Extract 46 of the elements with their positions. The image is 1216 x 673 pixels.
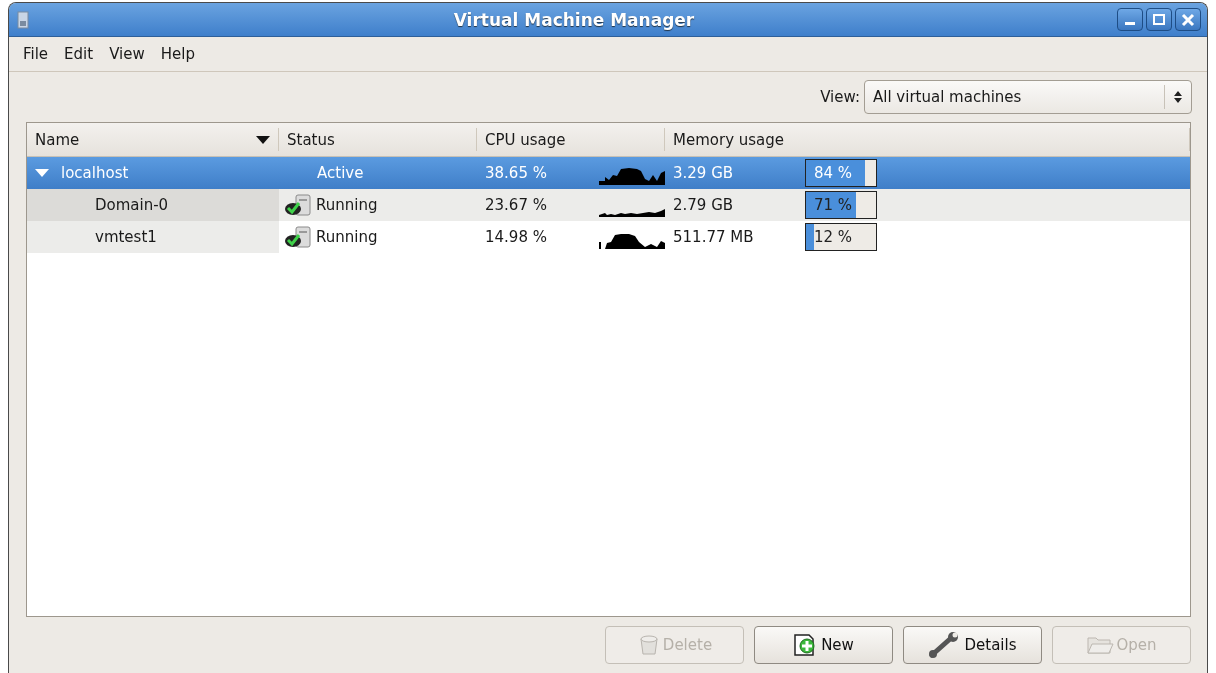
table-cell: vmtest1 (95, 228, 157, 246)
column-header[interactable]: CPU usage (477, 128, 665, 151)
column-header[interactable]: Memory usage (665, 128, 1190, 151)
table-cell-text: 3.29 GB (673, 164, 735, 182)
table-row[interactable]: vmtest1 Running 14.98 % 511.77 MB 12 % (27, 221, 1190, 253)
memory-progress-bar: 71 % (805, 191, 877, 219)
column-header[interactable]: Status (279, 128, 477, 151)
minimize-button[interactable] (1117, 8, 1143, 31)
close-icon (1181, 12, 1195, 27)
table-cell-text: 511.77 MB (673, 228, 755, 246)
memory-progress-bar: 12 % (805, 223, 877, 251)
app-icon (15, 9, 31, 30)
new-button[interactable]: New (754, 626, 893, 664)
memory-progress-bar: 84 % (805, 159, 877, 187)
cpu-sparkline (599, 209, 665, 217)
sort-arrow-icon (256, 135, 270, 144)
table-cell: 38.65 % (485, 164, 547, 182)
table-cell: Running (316, 196, 378, 214)
maximize-button[interactable] (1146, 8, 1172, 31)
menu-item[interactable]: Edit (58, 43, 100, 65)
running-server-icon (283, 193, 313, 217)
expander-icon[interactable] (35, 169, 49, 177)
updown-arrows-icon (1173, 90, 1183, 104)
minimize-icon (1125, 22, 1135, 25)
table-cell: Active (317, 164, 364, 182)
cpu-sparkline (599, 168, 665, 185)
cpu-sparkline (599, 234, 665, 249)
menu-item[interactable]: Help (154, 43, 201, 65)
table-row[interactable]: Domain-0 Running 23.67 % 2.79 GB 71 % (27, 189, 1190, 221)
window-title: Virtual Machine Manager (452, 9, 696, 30)
folder-icon (1086, 634, 1115, 656)
table-cell-text: 2.79 GB (673, 196, 735, 214)
menu-item[interactable]: File (17, 43, 55, 65)
menu-item[interactable]: View (103, 43, 151, 65)
details-button[interactable]: Details (903, 626, 1042, 664)
view-dropdown[interactable]: All virtual machines (864, 80, 1192, 114)
table-cell: Running (316, 228, 378, 246)
table-cell: localhost (61, 164, 129, 182)
column-header[interactable]: Name (27, 128, 279, 151)
view-label: View: (820, 88, 860, 106)
running-server-icon (283, 225, 313, 249)
maximize-icon (1152, 12, 1166, 27)
table-cell: Domain-0 (95, 196, 169, 214)
table-cell: 23.67 % (485, 196, 547, 214)
close-button[interactable] (1175, 8, 1201, 31)
table-cell: 14.98 % (485, 228, 547, 246)
